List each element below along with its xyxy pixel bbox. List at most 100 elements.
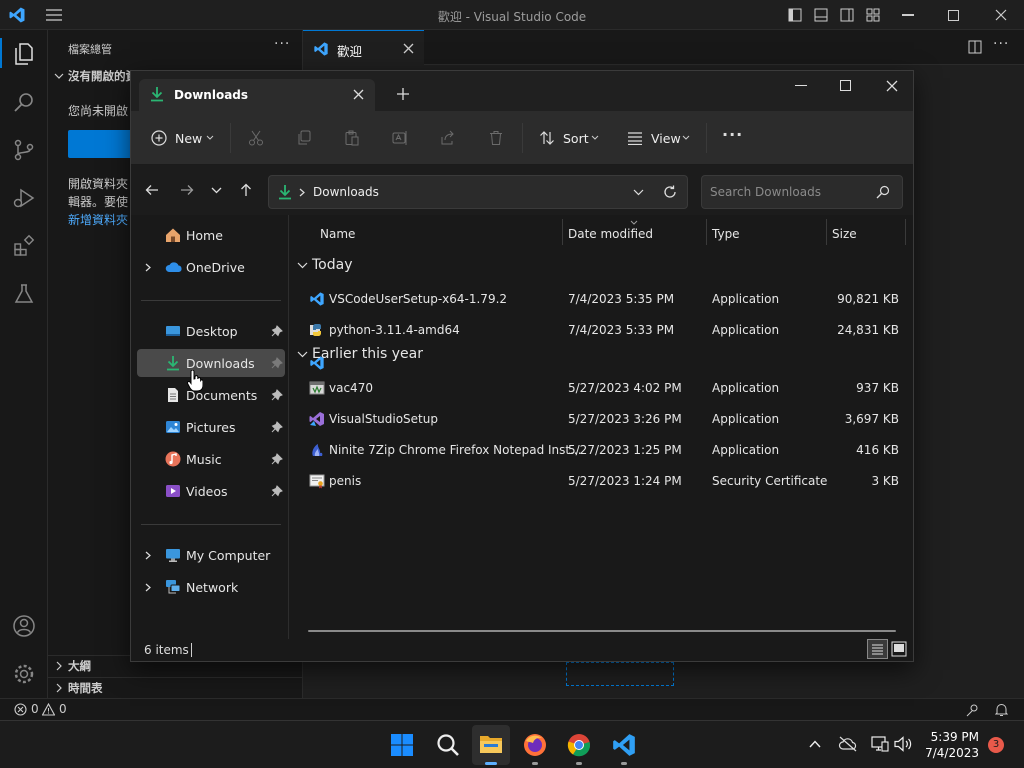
explorer-files-icon[interactable] — [12, 42, 36, 66]
column-header-date[interactable]: Date modified — [568, 227, 653, 241]
search-placeholder[interactable]: Search Downloads — [710, 185, 821, 199]
chevron-right-icon[interactable] — [145, 583, 151, 592]
sidebar-more-actions-icon[interactable]: ··· — [274, 36, 290, 52]
taskbar-file-explorer-button[interactable] — [472, 725, 510, 765]
table-row[interactable]: penis 5/27/2023 1:24 PM Security Certifi… — [290, 466, 913, 497]
explorer-tab-downloads[interactable]: Downloads — [139, 79, 375, 111]
file-name[interactable]: VSCodeUserSetup-x64-1.79.2 — [329, 292, 507, 306]
network-monitor-icon[interactable] — [871, 736, 889, 752]
new-tab-plus-icon[interactable] — [397, 88, 409, 100]
copy-icon[interactable] — [296, 130, 312, 146]
nav-item-videos[interactable]: Videos — [137, 477, 285, 505]
details-view-icon[interactable] — [867, 639, 888, 659]
column-divider[interactable] — [706, 219, 707, 245]
chevron-down-icon[interactable] — [54, 71, 64, 81]
close-tab-icon[interactable] — [353, 89, 364, 100]
group-header-today[interactable]: Today — [290, 255, 913, 281]
customize-layout-icon[interactable] — [866, 8, 880, 22]
vscode-maximize-button[interactable] — [948, 10, 959, 21]
warning-count[interactable]: 0 — [59, 702, 67, 716]
toggle-primary-sidebar-icon[interactable] — [788, 8, 802, 22]
search-box[interactable]: Search Downloads — [701, 175, 903, 209]
column-header-type[interactable]: Type — [712, 227, 740, 241]
refresh-icon[interactable] — [663, 185, 677, 199]
nav-item-desktop[interactable]: Desktop — [137, 317, 285, 345]
cloud-offline-icon[interactable] — [838, 736, 858, 752]
nav-item-downloads[interactable]: Downloads — [137, 349, 285, 377]
file-name[interactable]: penis — [329, 474, 361, 488]
nav-item-network[interactable]: Network — [137, 573, 285, 601]
back-arrow-icon[interactable] — [145, 184, 159, 196]
address-bar[interactable]: Downloads — [268, 175, 688, 209]
nav-item-onedrive[interactable]: OneDrive — [137, 253, 285, 281]
clock-time[interactable]: 5:39 PM — [925, 730, 979, 744]
recent-locations-chevron-icon[interactable] — [211, 187, 222, 194]
toggle-secondary-sidebar-icon[interactable] — [840, 8, 854, 22]
notification-badge[interactable]: 3 — [988, 737, 1004, 753]
breadcrumb-current[interactable]: Downloads — [313, 185, 379, 199]
chevron-down-icon[interactable] — [206, 135, 214, 141]
chevron-down-icon[interactable] — [297, 351, 308, 358]
new-button[interactable]: New — [175, 131, 202, 146]
nav-item-music[interactable]: Music — [137, 445, 285, 473]
nav-item-pictures[interactable]: Pictures — [137, 413, 285, 441]
vscode-minimize-button[interactable] — [902, 14, 914, 16]
tab-welcome[interactable]: 歡迎 — [303, 30, 424, 65]
breadcrumb-separator-icon[interactable] — [299, 188, 305, 197]
show-hidden-icons-chevron-icon[interactable] — [809, 740, 821, 748]
chevron-down-icon[interactable] — [297, 262, 308, 269]
column-header-name[interactable]: Name — [320, 227, 355, 241]
explorer-maximize-button[interactable] — [840, 80, 851, 91]
pin-icon[interactable] — [271, 325, 283, 337]
timeline-section-header[interactable]: 時間表 — [68, 680, 103, 696]
see-more-icon[interactable]: ··· — [722, 125, 743, 144]
chevron-right-icon[interactable] — [54, 661, 64, 671]
address-history-chevron-icon[interactable] — [633, 189, 644, 196]
table-row[interactable]: python-3.11.4-amd64 7/4/2023 5:33 PM App… — [290, 315, 913, 346]
sort-arrows-icon[interactable] — [539, 130, 555, 146]
rename-icon[interactable] — [392, 130, 408, 146]
nav-item-home[interactable]: Home — [137, 221, 285, 249]
delete-trash-icon[interactable] — [488, 130, 504, 146]
horizontal-scrollbar[interactable] — [308, 630, 896, 632]
close-tab-icon[interactable] — [403, 43, 414, 54]
large-icons-view-icon[interactable] — [891, 641, 907, 657]
file-name[interactable]: VisualStudioSetup — [329, 412, 438, 426]
source-control-icon[interactable] — [12, 138, 36, 162]
chevron-right-icon[interactable] — [145, 551, 151, 560]
editor-more-actions-icon[interactable]: ··· — [993, 36, 1009, 52]
run-debug-icon[interactable] — [12, 186, 36, 210]
table-row[interactable]: VSCodeUserSetup-x64-1.79.2 7/4/2023 5:35… — [290, 284, 913, 315]
cut-scissors-icon[interactable] — [248, 130, 264, 146]
column-divider[interactable] — [562, 219, 563, 245]
explorer-close-button[interactable] — [886, 80, 898, 92]
outline-section-header[interactable]: 大綱 — [68, 658, 91, 674]
forward-arrow-icon[interactable] — [180, 184, 194, 196]
search-icon[interactable] — [12, 90, 36, 114]
pin-icon[interactable] — [271, 485, 283, 497]
add-folder-link[interactable]: 新增資料夾 — [68, 211, 128, 228]
nav-item-documents[interactable]: Documents — [137, 381, 285, 409]
error-icon[interactable] — [14, 703, 27, 716]
notifications-bell-icon[interactable] — [995, 703, 1008, 717]
chevron-down-icon[interactable] — [591, 135, 599, 141]
testing-flask-icon[interactable] — [12, 282, 36, 306]
manage-gear-icon[interactable] — [12, 662, 36, 686]
table-row[interactable]: vac470 5/27/2023 4:02 PM Application 937… — [290, 373, 913, 404]
new-plus-circle-icon[interactable] — [151, 130, 167, 146]
split-editor-icon[interactable] — [968, 40, 982, 54]
pin-icon[interactable] — [271, 389, 283, 401]
table-row[interactable]: Ninite 7Zip Chrome Firefox Notepad Inst.… — [290, 435, 913, 466]
column-divider[interactable] — [905, 219, 906, 245]
view-button[interactable]: View — [651, 131, 681, 146]
file-name[interactable]: python-3.11.4-amd64 — [329, 323, 460, 337]
warning-icon[interactable] — [42, 703, 55, 716]
extensions-icon[interactable] — [12, 234, 36, 258]
chevron-right-icon[interactable] — [54, 683, 64, 693]
toggle-panel-icon[interactable] — [814, 8, 828, 22]
pin-icon[interactable] — [271, 357, 283, 369]
chrome-icon[interactable] — [567, 733, 591, 757]
clock-date[interactable]: 7/4/2023 — [925, 746, 979, 760]
chevron-down-icon[interactable] — [682, 135, 690, 141]
vscode-taskbar-icon[interactable] — [611, 732, 637, 758]
